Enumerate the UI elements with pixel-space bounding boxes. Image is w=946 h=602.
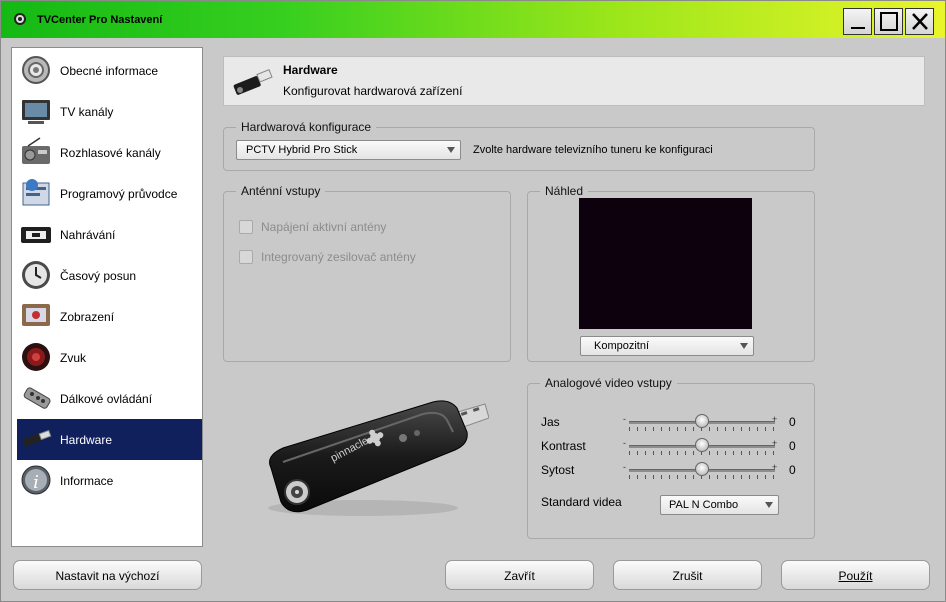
integrated-amplifier-checkbox[interactable]: Integrovaný zesilovač antény [239, 249, 439, 265]
slider-row: Sytost - +0 [528, 461, 814, 481]
checkbox-box [239, 220, 253, 234]
video-preview-screen [579, 198, 752, 329]
plus-icon: + [772, 414, 778, 424]
sidebar: Obecné informace TV kanály Rozhlasové ka… [11, 47, 203, 547]
hardware-config-legend: Hardwarová konfigurace [241, 120, 372, 134]
slider-list: Jas - +0 Kontrast - +0 Sytost - +0 [528, 413, 814, 485]
analog-video-legend: Analogové video vstupy [545, 376, 672, 390]
sidebar-item-information[interactable]: i Informace [17, 460, 202, 501]
display-icon [22, 304, 50, 326]
title-bar[interactable]: TVCenter Pro Nastavení [1, 1, 945, 38]
gear-icon [22, 56, 50, 84]
hardware-device-select[interactable]: PCTV Hybrid Pro Stick [236, 140, 461, 160]
sidebar-item-display[interactable]: Zobrazení [17, 296, 202, 337]
hardware-config-hint: Zvolte hardware televizního tuneru ke ko… [473, 144, 713, 156]
close-icon [912, 13, 928, 30]
apply-button[interactable]: Použít [781, 560, 930, 590]
clock-icon [22, 261, 50, 289]
minimize-icon [851, 27, 865, 29]
usb-stick-icon [233, 69, 273, 95]
close-window-button[interactable] [905, 8, 934, 35]
window-title: TVCenter Pro Nastavení [37, 14, 163, 26]
sidebar-item-recording[interactable]: Nahrávání [17, 214, 202, 255]
preview-source-select[interactable]: Kompozitní [580, 336, 754, 356]
close-button[interactable]: Zavřít [445, 560, 594, 590]
sidebar-item-general[interactable]: Obecné informace [17, 50, 202, 91]
slider-row: Kontrast - +0 [528, 437, 814, 457]
slider-row: Jas - +0 [528, 413, 814, 433]
epg-guide-icon [22, 179, 50, 206]
antenna-inputs-group: Anténní vstupy [223, 184, 511, 362]
remote-control-icon [23, 387, 51, 409]
minimize-button[interactable] [843, 8, 872, 35]
reset-defaults-button[interactable]: Nastavit na výchozí [13, 560, 202, 590]
slider-value: 0 [789, 463, 796, 477]
settings-window: TVCenter Pro Nastavení Obecné informace … [0, 0, 946, 602]
slider-value: 0 [789, 439, 796, 453]
sidebar-item-remote-control[interactable]: Dálkové ovládání [17, 378, 202, 419]
slider-thumb[interactable] [695, 462, 709, 476]
video-tape-icon [21, 227, 51, 243]
plus-icon: + [772, 438, 778, 448]
minus-icon: - [623, 438, 626, 448]
usb-stick-icon [22, 429, 52, 447]
checkbox-box [239, 250, 253, 264]
sidebar-item-sound[interactable]: Zvuk [17, 337, 202, 378]
sidebar-item-hardware[interactable]: Hardware [17, 419, 202, 460]
maximize-button[interactable] [874, 8, 903, 35]
speaker-icon [22, 343, 50, 371]
tv-icon [22, 100, 50, 124]
svg-text:i: i [33, 472, 39, 493]
sidebar-item-tv-channels[interactable]: TV kanály [17, 91, 202, 132]
gear-icon [14, 13, 26, 25]
slider-label: Kontrast [541, 439, 586, 453]
slider-thumb[interactable] [695, 438, 709, 452]
cancel-button[interactable]: Zrušit [613, 560, 762, 590]
sidebar-item-radio-channels[interactable]: Rozhlasové kanály [17, 132, 202, 173]
tv-tuner-stick-image: pinnacle [268, 400, 489, 516]
minus-icon: - [623, 414, 626, 424]
antenna-inputs-legend: Anténní vstupy [241, 184, 321, 198]
sidebar-item-timeshift[interactable]: Časový posun [17, 255, 202, 296]
plus-icon: + [772, 462, 778, 472]
maximize-icon [880, 12, 898, 31]
page-title: Hardware [283, 63, 338, 77]
chevron-down-icon [740, 343, 748, 349]
video-standard-select[interactable]: PAL N Combo [660, 495, 779, 515]
radio-icon [22, 137, 50, 164]
minus-icon: - [623, 462, 626, 472]
slider-thumb[interactable] [695, 414, 709, 428]
chevron-down-icon [447, 147, 455, 153]
sidebar-item-program-guide[interactable]: Programový průvodce [17, 173, 202, 214]
info-icon: i [21, 465, 51, 495]
preview-legend: Náhled [545, 184, 584, 198]
video-standard-label: Standard videa [541, 495, 622, 509]
page-subtitle: Konfigurovat hardwarová zařízení [283, 84, 463, 98]
chevron-down-icon [765, 502, 773, 508]
active-antenna-power-checkbox[interactable]: Napájení aktivní antény [239, 219, 439, 235]
slider-label: Jas [541, 415, 560, 429]
slider-label: Sytost [541, 463, 575, 477]
slider-value: 0 [789, 415, 796, 429]
page-header: Hardware Konfigurovat hardwarová zařízen… [223, 56, 925, 106]
